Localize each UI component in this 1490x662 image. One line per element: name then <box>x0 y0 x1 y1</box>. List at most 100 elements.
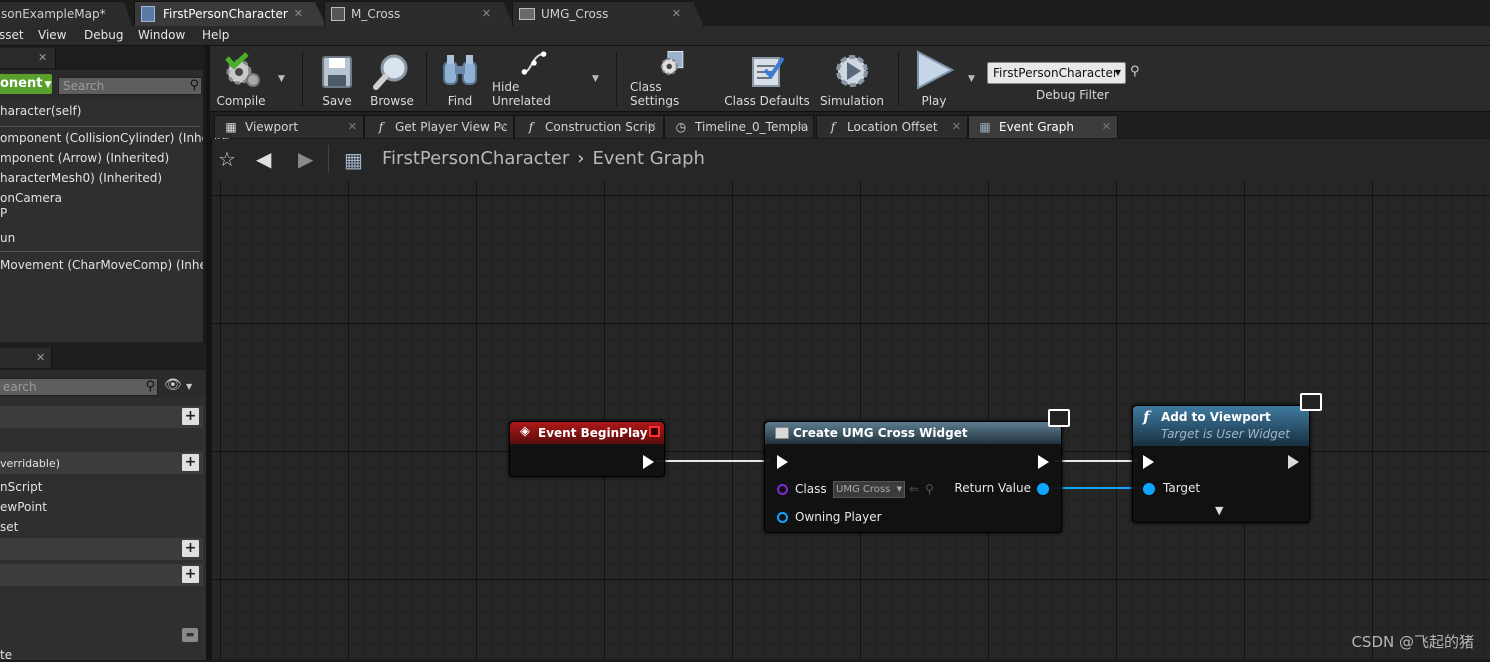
debug-filter-label: Debug Filter <box>1036 88 1109 102</box>
graph-breadcrumb-bar: ☆ ◀ ▶ ▦ FirstPersonCharacter › Event Gra… <box>212 139 1490 181</box>
close-icon[interactable]: ✕ <box>952 120 961 133</box>
tab-timeline[interactable]: ◷ Timeline_0_Templa ✕ <box>664 115 814 138</box>
list-item[interactable]: ewPoint <box>0 500 47 514</box>
debug-filter-select[interactable]: FirstPersonCharacter ▼ <box>987 62 1126 84</box>
tree-item[interactable]: haracterMesh0) (Inherited) <box>0 171 162 185</box>
my-blueprint-panel-tab[interactable]: ✕ <box>0 348 52 368</box>
close-icon[interactable]: ✕ <box>798 120 807 133</box>
breadcrumb-root[interactable]: FirstPersonCharacter <box>382 148 569 169</box>
hide-unrelated-dropdown[interactable]: ▼ <box>592 74 599 84</box>
add-icon[interactable]: + <box>182 566 199 583</box>
section-variables[interactable]: + <box>0 564 203 586</box>
close-icon[interactable]: ✕ <box>1102 120 1111 133</box>
divider <box>328 145 329 173</box>
class-settings-button[interactable]: Class Settings <box>630 50 714 108</box>
tab-construction-script[interactable]: f Construction Scrip ✕ <box>514 115 664 138</box>
save-button[interactable]: Save <box>314 50 360 108</box>
compile-options-dropdown[interactable]: ▼ <box>278 74 285 84</box>
search-icon[interactable]: ⚲ <box>1130 64 1140 79</box>
close-icon[interactable]: ✕ <box>648 120 657 133</box>
add-icon[interactable]: + <box>182 540 199 557</box>
forward-arrow-icon[interactable]: ▶ <box>298 147 313 171</box>
menu-asset[interactable]: sset <box>0 28 24 42</box>
left-panel: ✕ onent ▼ Search ⚲ haracter(self) omponen… <box>0 46 229 662</box>
dropdown-arrow-icon[interactable]: ▼ <box>186 382 192 391</box>
play-options-dropdown[interactable]: ▼ <box>968 74 975 84</box>
compile-button[interactable]: Compile <box>214 50 268 108</box>
hide-unrelated-button[interactable]: Hide Unrelated <box>492 50 576 108</box>
close-icon[interactable]: ✕ <box>294 7 303 20</box>
tree-item[interactable]: onCamera <box>0 191 62 205</box>
tree-item[interactable]: Movement (CharMoveComp) (Inherite <box>0 258 227 272</box>
menu-debug[interactable]: Debug <box>84 28 123 42</box>
exec-out-pin[interactable] <box>643 455 654 469</box>
components-panel-tab[interactable]: ✕ <box>0 48 56 68</box>
menu-window[interactable]: Window <box>138 28 185 42</box>
collapse-icon[interactable]: ▬ <box>182 628 198 642</box>
event-graph-canvas[interactable]: ◈ Event BeginPlay Create UMG Cross Widge… <box>212 181 1490 660</box>
title-tab-map[interactable]: sonExampleMap* <box>0 1 132 26</box>
class-defaults-button[interactable]: Class Defaults <box>724 50 810 108</box>
node-add-to-viewport[interactable]: f Add to Viewport Target is User Widget … <box>1132 405 1310 523</box>
close-icon[interactable]: ✕ <box>672 7 681 20</box>
add-component-button[interactable]: onent ▼ <box>0 74 52 94</box>
section-graphs[interactable]: + <box>0 406 203 428</box>
use-selected-arrow-icon[interactable]: ⇐ <box>909 482 919 496</box>
close-icon[interactable]: ✕ <box>38 51 47 64</box>
back-arrow-icon[interactable]: ◀ <box>256 147 271 171</box>
exec-out-pin[interactable] <box>1038 455 1049 469</box>
tree-item[interactable]: haracter(self) <box>0 104 81 118</box>
browse-magnifier-icon[interactable]: ⚲ <box>925 482 934 496</box>
owning-player-label: Owning Player <box>795 510 882 524</box>
title-tab-firstpersoncharacter[interactable]: FirstPersonCharacter ✕ <box>134 1 326 26</box>
dropdown-arrow-icon: ▼ <box>44 80 52 90</box>
exec-in-pin[interactable] <box>777 455 788 469</box>
close-icon[interactable]: ✕ <box>482 7 491 20</box>
play-button[interactable]: Play <box>906 50 962 108</box>
class-pin[interactable] <box>777 484 788 495</box>
eye-icon[interactable]: 👁 <box>164 377 182 393</box>
title-tab-umg-cross[interactable]: UMG_Cross ✕ <box>512 1 704 26</box>
tab-get-player-view-point[interactable]: f Get Player View Pc ✕ <box>364 115 514 138</box>
tree-item[interactable]: P <box>0 206 7 220</box>
node-create-widget[interactable]: Create UMG Cross Widget Class UMG Cross … <box>764 421 1062 533</box>
components-search-input[interactable]: Search ⚲ <box>58 77 202 95</box>
close-icon[interactable]: ✕ <box>498 120 507 133</box>
delegate-pin-icon[interactable] <box>649 426 660 437</box>
tree-item[interactable]: un <box>0 231 15 245</box>
browse-label: Browse <box>370 94 414 108</box>
favorite-star-icon[interactable]: ☆ <box>218 147 236 171</box>
simulation-button[interactable]: Simulation <box>818 50 886 108</box>
tab-location-offset[interactable]: f Location Offset ✕ <box>816 115 968 138</box>
list-item[interactable]: nScript <box>0 480 42 494</box>
tree-item[interactable]: omponent (CollisionCylinder) (Inherite <box>0 131 229 145</box>
toolbar-separator <box>426 52 427 106</box>
return-value-pin[interactable] <box>1037 483 1049 495</box>
find-button[interactable]: Find <box>436 50 484 108</box>
close-icon[interactable]: ✕ <box>36 351 45 364</box>
expand-arrow-icon[interactable]: ▼ <box>1215 504 1223 517</box>
tab-event-graph[interactable]: ▦ Event Graph ✕ <box>968 115 1118 138</box>
target-pin[interactable] <box>1143 483 1155 495</box>
add-icon[interactable]: + <box>182 454 199 471</box>
tree-item[interactable]: mponent (Arrow) (Inherited) <box>0 151 169 165</box>
menu-view[interactable]: View <box>38 28 66 42</box>
title-tab-m-cross[interactable]: M_Cross ✕ <box>324 1 514 26</box>
node-event-beginplay[interactable]: ◈ Event BeginPlay <box>509 421 665 477</box>
browse-button[interactable]: Browse <box>366 50 418 108</box>
tab-viewport[interactable]: ▦ Viewport ✕ <box>214 115 364 138</box>
owning-player-pin[interactable] <box>777 512 788 523</box>
class-select[interactable]: UMG Cross ▼ <box>833 481 905 498</box>
menu-help[interactable]: Help <box>202 28 229 42</box>
exec-in-pin[interactable] <box>1143 455 1154 469</box>
list-item[interactable]: set <box>0 520 18 534</box>
blueprint-icon <box>141 6 155 22</box>
close-icon[interactable]: ✕ <box>348 120 357 133</box>
exec-out-pin[interactable] <box>1288 455 1299 469</box>
event-diamond-icon: ◈ <box>520 424 530 439</box>
section-macros[interactable]: + <box>0 538 203 560</box>
section-functions[interactable]: verridable) + <box>0 452 203 474</box>
class-defaults-icon <box>752 56 785 87</box>
my-blueprint-search-input[interactable]: earch ⚲ <box>0 378 158 396</box>
add-icon[interactable]: + <box>182 408 199 425</box>
